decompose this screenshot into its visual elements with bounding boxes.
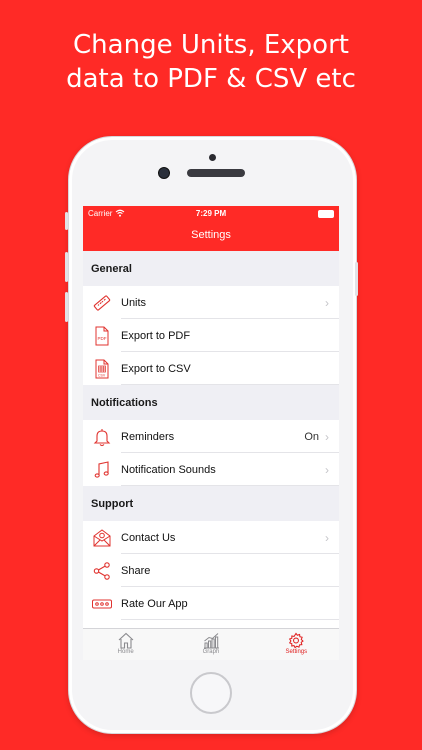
section-header-general: General <box>83 251 339 286</box>
share-icon <box>83 554 121 587</box>
tab-bar: Home Graph Settings <box>83 628 339 660</box>
tab-settings[interactable]: Settings <box>254 629 339 660</box>
pdf-file-icon: PDF <box>83 319 121 352</box>
reminders-value: On <box>304 430 319 443</box>
settings-row-label: Reminders <box>121 430 175 443</box>
tab-label: Graph <box>202 649 220 655</box>
settings-row-label: Notification Sounds <box>121 463 216 476</box>
tab-label: Home <box>117 649 134 655</box>
settings-row-notification-sounds[interactable]: Notification Sounds › <box>83 453 339 486</box>
section-header-notifications: Notifications <box>83 385 339 420</box>
settings-row-export-pdf[interactable]: PDF Export to PDF <box>83 319 339 352</box>
home-button[interactable] <box>190 672 232 714</box>
chevron-right-icon: › <box>325 429 329 444</box>
gear-icon <box>289 632 305 649</box>
settings-row-contact-us[interactable]: Contact Us › <box>83 521 339 554</box>
music-note-icon <box>83 453 121 486</box>
tab-graph[interactable]: Graph <box>168 629 253 660</box>
nav-title: Settings <box>191 229 231 241</box>
settings-row-label: Export to PDF <box>121 329 191 342</box>
battery-icon <box>318 210 334 218</box>
settings-row-export-csv[interactable]: CSV Export to CSV <box>83 352 339 385</box>
settings-row-label: Contact Us <box>121 531 176 544</box>
rating-icon <box>83 587 121 620</box>
earpiece-speaker <box>187 169 245 177</box>
settings-row-label: Rate Our App <box>121 597 188 610</box>
settings-row-label: Export to CSV <box>121 362 191 375</box>
home-icon <box>118 632 134 649</box>
csv-file-icon: CSV <box>83 352 121 385</box>
settings-row-share[interactable]: Share <box>83 554 339 587</box>
svg-text:CSV: CSV <box>98 373 106 377</box>
headline: Change Units, Export data to PDF & CSV e… <box>0 28 422 96</box>
ruler-icon <box>83 286 121 319</box>
settings-row-label: Units <box>121 296 147 309</box>
bell-icon <box>83 420 121 453</box>
phone-sensor <box>209 154 216 161</box>
mail-icon <box>83 521 121 554</box>
phone-power-button <box>355 262 358 296</box>
chevron-right-icon: › <box>325 462 329 477</box>
graph-icon <box>203 633 219 649</box>
settings-row-reminders[interactable]: Reminders On › <box>83 420 339 453</box>
tab-home[interactable]: Home <box>83 629 168 660</box>
phone-silent-switch <box>65 212 68 230</box>
chevron-right-icon: › <box>325 530 329 545</box>
settings-row-units[interactable]: Units › <box>83 286 339 319</box>
navigation-bar: Carrier 7:29 PM Settings <box>83 206 339 251</box>
settings-row-rate-app[interactable]: Rate Our App <box>83 587 339 620</box>
phone-volume-up <box>65 252 68 282</box>
settings-row-label: Share <box>121 564 151 577</box>
status-bar: Carrier 7:29 PM <box>88 209 334 221</box>
tab-label: Settings <box>285 649 308 655</box>
settings-list: General Units › PDF Export to PDF CSV Ex… <box>83 251 339 620</box>
app-screen: Carrier 7:29 PM Settings General Units ›… <box>83 206 339 660</box>
headline-line-1: Change Units, Export <box>73 30 349 60</box>
chevron-right-icon: › <box>325 295 329 310</box>
front-camera <box>158 167 170 179</box>
phone-volume-down <box>65 292 68 322</box>
status-time: 7:29 PM <box>195 209 227 218</box>
headline-line-2: data to PDF & CSV etc <box>66 64 356 94</box>
svg-text:PDF: PDF <box>98 336 107 341</box>
section-header-support: Support <box>83 486 339 521</box>
